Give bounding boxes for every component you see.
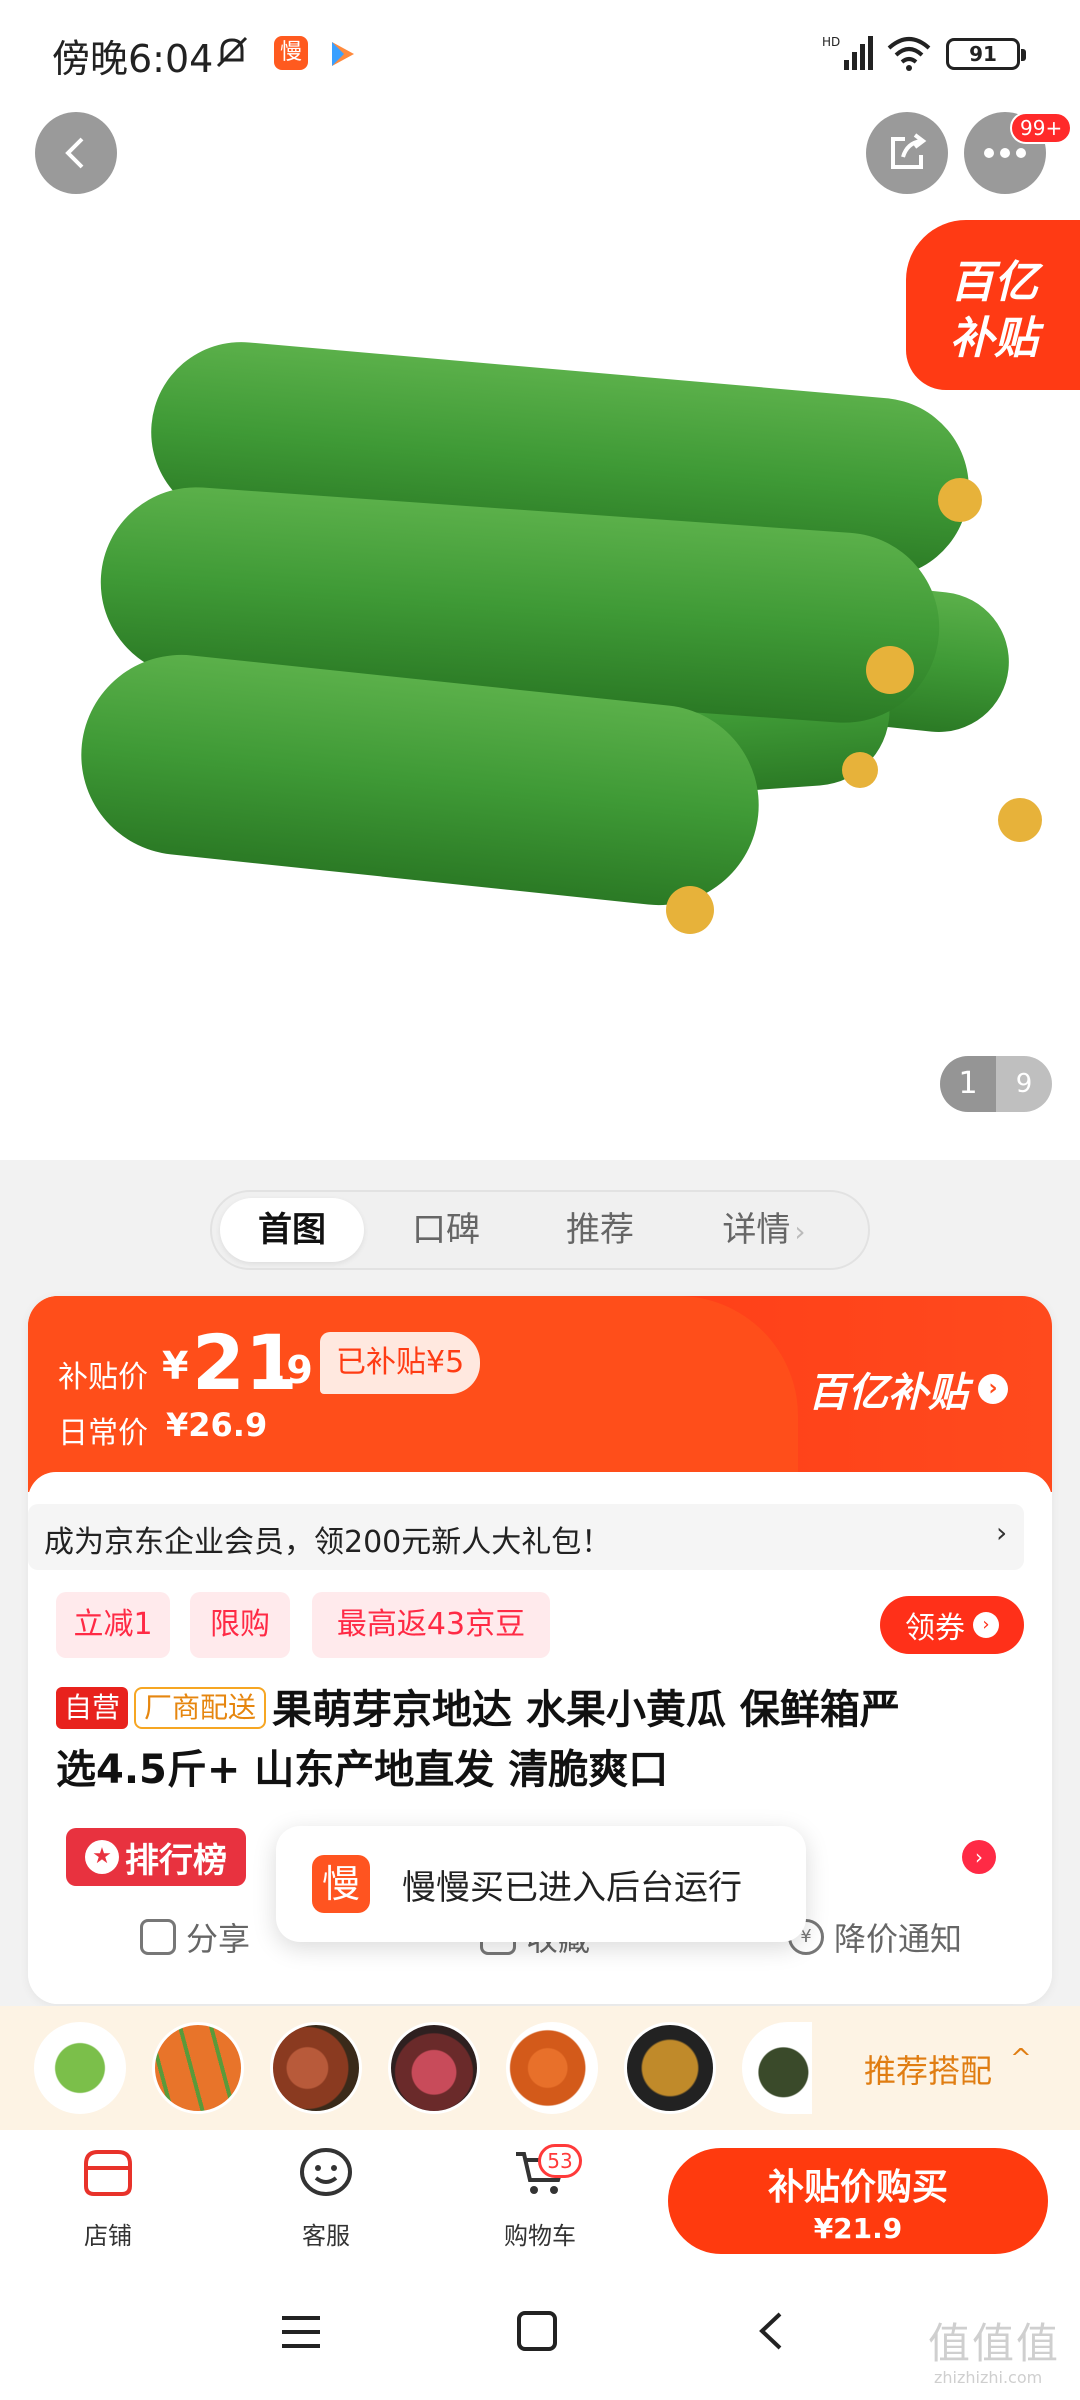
toast-message: 慢慢买已进入后台运行 bbox=[402, 1867, 742, 1908]
tab-main-image-label: 首图 bbox=[258, 1210, 326, 1250]
billion-subsidy-link[interactable]: 百亿补贴 › bbox=[808, 1360, 1008, 1418]
tab-recommend-label: 推荐 bbox=[566, 1210, 634, 1250]
ranking-tag[interactable]: ★ 排行榜 bbox=[66, 1828, 246, 1886]
recommend-item-beans[interactable] bbox=[624, 2022, 716, 2114]
recommend-combo-label[interactable]: 推荐搭配 bbox=[864, 2046, 992, 2092]
share-action[interactable]: 分享 bbox=[140, 1914, 250, 1960]
buy-button-label: 补贴价购买 bbox=[767, 2167, 948, 2208]
image-counter: 1 9 bbox=[940, 1056, 1052, 1112]
nav-cart-label: 购物车 bbox=[504, 2222, 576, 2250]
enterprise-member-text: 成为京东企业会员，领200元新人大礼包！ bbox=[44, 1525, 612, 1560]
menu-icon[interactable] bbox=[280, 2312, 322, 2352]
image-total: 9 bbox=[1015, 1069, 1033, 1099]
daily-price: ¥26.9 bbox=[166, 1406, 268, 1444]
nav-service[interactable]: 客服 bbox=[266, 2146, 386, 2251]
subsidy-corner-line2: 补贴 bbox=[950, 313, 1038, 364]
subsidy-amount-tag: 已补贴¥5 bbox=[320, 1332, 481, 1394]
back-button[interactable] bbox=[35, 112, 117, 194]
share-button[interactable] bbox=[866, 112, 948, 194]
nav-service-label: 客服 bbox=[302, 2222, 350, 2250]
play-store-icon bbox=[332, 42, 354, 66]
share-action-label: 分享 bbox=[186, 1920, 251, 1958]
chevron-right-icon: › bbox=[978, 1374, 1008, 1404]
factory-delivery-tag: 厂商配送 bbox=[134, 1687, 267, 1729]
recommend-item-carrots[interactable] bbox=[152, 2022, 244, 2114]
get-coupon-button[interactable]: 领券 › bbox=[880, 1596, 1024, 1654]
product-title-text1: 果萌芽京地达 水果小黄瓜 保鲜箱严 bbox=[272, 1687, 900, 1733]
recommend-item-sausage[interactable] bbox=[270, 2022, 362, 2114]
recommend-item-greens[interactable] bbox=[34, 2022, 126, 2114]
status-time: 傍晚6:04 bbox=[52, 37, 214, 81]
self-operated-tag: 自营 bbox=[56, 1687, 129, 1729]
manmanmai-logo-icon: 慢 bbox=[312, 1855, 370, 1913]
currency-symbol: ¥ bbox=[162, 1344, 189, 1388]
back-nav-icon[interactable] bbox=[756, 2310, 786, 2352]
mini-app-icon: 慢 bbox=[274, 36, 308, 70]
chevron-right-icon: › bbox=[794, 1215, 806, 1248]
background-run-toast: 慢 慢慢买已进入后台运行 bbox=[276, 1826, 806, 1942]
price-alert-label: 降价通知 bbox=[834, 1920, 963, 1958]
product-title-line1: 自营 厂商配送 果萌芽京地达 水果小黄瓜 保鲜箱严 bbox=[56, 1680, 996, 1740]
subsidy-corner-badge[interactable]: 百亿 补贴 bbox=[906, 220, 1080, 390]
recommend-item-beef[interactable] bbox=[388, 2022, 480, 2114]
promo-chip-beans[interactable]: 最高返43京豆 bbox=[312, 1592, 550, 1658]
svg-text:HD: HD bbox=[822, 35, 840, 49]
nav-shop-label: 店铺 bbox=[84, 2222, 132, 2250]
trophy-icon: ★ bbox=[85, 1840, 119, 1874]
tab-main-image[interactable]: 首图 bbox=[220, 1198, 364, 1262]
chevron-up-icon[interactable]: ^ bbox=[1010, 2044, 1032, 2074]
home-icon[interactable] bbox=[516, 2310, 558, 2352]
share-icon bbox=[891, 133, 927, 169]
shop-icon bbox=[84, 2150, 132, 2196]
share-icon bbox=[140, 1919, 176, 1955]
subsidy-price-decimal: .9 bbox=[272, 1348, 313, 1392]
billion-subsidy-label: 百亿补贴 bbox=[808, 1370, 968, 1416]
ranking-label: 排行榜 bbox=[125, 1840, 227, 1881]
wifi-icon bbox=[887, 37, 931, 71]
product-title-line2: 选4.5斤+ 山东产地直发 清脆爽口 bbox=[56, 1747, 669, 1793]
product-image-cucumbers[interactable] bbox=[30, 340, 1070, 1000]
chevron-right-icon: › bbox=[996, 1516, 1008, 1549]
mute-bell-icon bbox=[216, 36, 248, 68]
system-navigation-bar bbox=[0, 2278, 1080, 2400]
promo-chip-discount[interactable]: 立减1 bbox=[56, 1592, 170, 1658]
subsidy-price-label: 补贴价 bbox=[58, 1360, 148, 1395]
recommend-item-persimmon[interactable] bbox=[506, 2022, 598, 2114]
ranking-arrow-button[interactable]: › bbox=[962, 1840, 996, 1874]
tab-details[interactable]: 详情 › bbox=[684, 1198, 844, 1262]
tab-details-label: 详情 bbox=[722, 1210, 791, 1250]
more-dots-icon bbox=[984, 148, 1026, 158]
section-tabs: 首图 口碑 推荐 详情 › bbox=[210, 1190, 870, 1270]
tab-reviews-label: 口碑 bbox=[412, 1210, 480, 1250]
message-count-badge: 99+ bbox=[1010, 112, 1073, 144]
buy-button-price: ¥21.9 bbox=[813, 2212, 903, 2245]
image-index: 1 bbox=[940, 1056, 996, 1112]
promo-chip-limit[interactable]: 限购 bbox=[190, 1592, 290, 1658]
daily-price-label: 日常价 bbox=[58, 1416, 148, 1451]
tab-recommend[interactable]: 推荐 bbox=[530, 1198, 670, 1262]
subsidy-corner-line1: 百亿 bbox=[950, 257, 1038, 308]
subsidy-buy-button[interactable]: 补贴价购买 ¥21.9 bbox=[668, 2148, 1048, 2254]
chevron-right-icon: › bbox=[973, 1612, 999, 1638]
watermark-url: zhizhizhi.com bbox=[934, 2368, 1043, 2387]
cart-count-badge: 53 bbox=[538, 2144, 582, 2178]
nav-shop[interactable]: 店铺 bbox=[48, 2146, 168, 2251]
get-coupon-label: 领券 bbox=[905, 1611, 965, 1646]
battery-indicator: 91 bbox=[946, 38, 1026, 70]
customer-service-icon bbox=[300, 2148, 352, 2196]
watermark-logo: 值值值 bbox=[928, 2319, 1061, 2368]
price-alert-action[interactable]: ¥ 降价通知 bbox=[788, 1914, 962, 1960]
chevron-left-icon bbox=[65, 137, 84, 169]
signal-icon: HD bbox=[822, 35, 873, 70]
tab-reviews[interactable]: 口碑 bbox=[376, 1198, 516, 1262]
recommend-item-vegetable[interactable] bbox=[742, 2022, 812, 2114]
